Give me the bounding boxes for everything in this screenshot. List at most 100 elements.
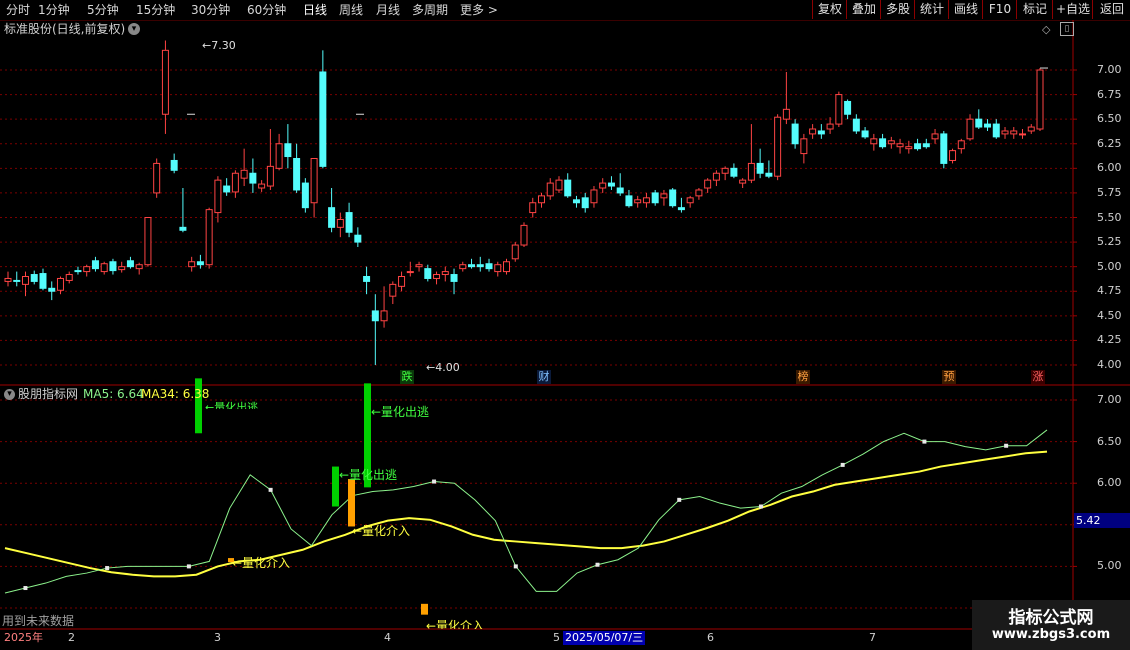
tab-weekly[interactable]: 周线 xyxy=(339,2,363,18)
exit-signal-label: ←量化出逃 xyxy=(339,468,398,482)
ma5-point xyxy=(186,564,191,569)
candle-body xyxy=(572,199,580,204)
candle-body xyxy=(712,172,720,181)
candle-body xyxy=(730,167,738,177)
current-value-tag: 5.42 xyxy=(1074,513,1130,528)
price-tick-label: 4.50 xyxy=(1097,308,1122,322)
stats-button[interactable]: 统计 xyxy=(914,0,949,19)
candle-body xyxy=(161,49,169,115)
candle-body xyxy=(747,162,755,181)
badge-finance[interactable]: 财 xyxy=(537,370,551,384)
candle-body xyxy=(240,169,248,179)
multi-stock-button[interactable]: 多股 xyxy=(880,0,915,19)
candle-body xyxy=(529,202,537,214)
tab-30min[interactable]: 30分钟 xyxy=(191,2,230,18)
tab-more[interactable]: 更多 > xyxy=(460,2,498,18)
tab-daily[interactable]: 日线 xyxy=(303,2,327,18)
candle-body xyxy=(616,187,624,194)
candle-body xyxy=(39,273,47,289)
exit-signal-label: ←量化出逃 xyxy=(205,401,259,409)
tab-5min[interactable]: 5分钟 xyxy=(87,2,119,18)
candle-body xyxy=(459,264,467,270)
tab-1min[interactable]: 1分钟 xyxy=(38,2,70,18)
low-price-label: ←4.00 xyxy=(426,361,460,374)
month-label: 2 xyxy=(68,631,75,644)
candle-body xyxy=(607,182,615,187)
candle-body xyxy=(817,130,825,135)
indicator-tick-label: 7.00 xyxy=(1097,393,1122,406)
ma5-point xyxy=(1004,443,1009,448)
ma5-point xyxy=(23,586,28,591)
badge-rise[interactable]: 涨 xyxy=(1031,370,1045,384)
candle-body xyxy=(1036,69,1044,130)
candle-body xyxy=(406,271,414,274)
exit-signal-bar xyxy=(332,466,339,507)
candle-body xyxy=(336,218,344,228)
ma5-point xyxy=(513,564,518,569)
candle-body xyxy=(782,108,790,120)
candle-body xyxy=(721,167,729,174)
tab-15min[interactable]: 15分钟 xyxy=(136,2,175,18)
candle-body xyxy=(1010,130,1018,135)
chevron-down-icon[interactable]: ▾ xyxy=(128,23,140,35)
tab-multi-period[interactable]: 多周期 xyxy=(412,2,448,18)
adjust-button[interactable]: 复权 xyxy=(812,0,847,19)
price-tick-label: 5.75 xyxy=(1097,185,1122,199)
candle-body xyxy=(100,263,108,273)
candle-body xyxy=(826,123,834,130)
ma5-point xyxy=(840,462,845,467)
badge-drop[interactable]: 跌 xyxy=(400,370,414,384)
candle-body xyxy=(546,182,554,197)
draw-line-button[interactable]: 画线 xyxy=(948,0,983,19)
chart-canvas[interactable] xyxy=(0,20,1130,650)
ma5-point xyxy=(922,439,927,444)
candle-body xyxy=(196,261,204,266)
chevron-down-icon[interactable]: ▾ xyxy=(4,389,15,400)
candle-body xyxy=(389,283,397,297)
candle-body xyxy=(398,276,406,287)
mark-button[interactable]: 标记 xyxy=(1016,0,1053,19)
candle-body xyxy=(310,158,318,204)
candle-body xyxy=(223,185,231,193)
candle-body xyxy=(179,226,187,231)
back-button[interactable]: 返回 xyxy=(1092,0,1130,19)
badge-forecast[interactable]: 预 xyxy=(942,370,956,384)
candle-body xyxy=(109,261,117,272)
f10-button[interactable]: F10 xyxy=(982,0,1017,19)
candle-body xyxy=(940,133,948,164)
candle-body xyxy=(809,128,817,135)
enter-signal-bar xyxy=(421,603,428,615)
candle-body xyxy=(634,199,642,204)
candle-body xyxy=(363,276,371,282)
candle-body xyxy=(188,261,196,268)
overlay-button[interactable]: 叠加 xyxy=(846,0,881,19)
watermark-title: 指标公式网 xyxy=(1008,608,1094,628)
candle-body xyxy=(424,268,432,279)
candle-body xyxy=(415,264,423,268)
tab-timeshare[interactable]: 分时 xyxy=(6,2,30,18)
panel-toggle-icon[interactable]: ▯ xyxy=(1060,22,1074,36)
candle-body xyxy=(835,94,843,125)
candle-body xyxy=(205,209,213,266)
candle-body xyxy=(354,234,362,243)
candle-body xyxy=(231,172,239,193)
candle-body xyxy=(293,158,301,191)
price-tick-label: 6.50 xyxy=(1097,112,1122,126)
candle-body xyxy=(922,143,930,148)
candle-body xyxy=(975,118,983,128)
enter-signal-label: ←量化介入 xyxy=(352,524,411,538)
tab-60min[interactable]: 60分钟 xyxy=(247,2,286,18)
badge-list[interactable]: 榜 xyxy=(796,370,810,384)
enter-signal-label: ←量化介入 xyxy=(232,556,291,570)
candle-body xyxy=(468,264,476,268)
candle-body xyxy=(450,274,458,282)
month-label: 6 xyxy=(707,631,714,644)
tab-monthly[interactable]: 月线 xyxy=(376,2,400,18)
add-watchlist-button[interactable]: +自选 xyxy=(1052,0,1093,19)
candle-body xyxy=(126,260,134,268)
ma5-point xyxy=(268,487,273,492)
candle-body xyxy=(887,140,895,145)
diamond-icon[interactable]: ◇ xyxy=(1042,23,1050,36)
candle-body xyxy=(494,264,502,273)
candle-body xyxy=(984,123,992,128)
